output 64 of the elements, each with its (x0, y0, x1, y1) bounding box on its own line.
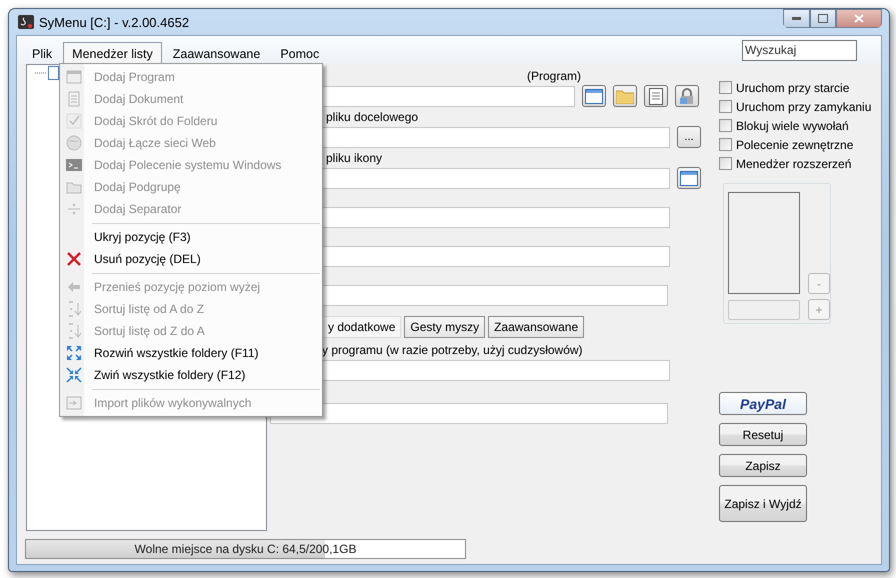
window-icon (585, 88, 603, 104)
checkmark-icon (66, 113, 82, 129)
menu-entry[interactable]: Usuń pozycję (DEL) (62, 248, 320, 270)
menu-entry[interactable]: Ukryj pozycję (F3) (62, 226, 320, 248)
field-label: pliku docelowego (326, 110, 420, 126)
checkbox-label: Polecenie zewnętrzne (736, 138, 854, 152)
checkbox-label: Uruchom przy starcie (736, 80, 850, 94)
globe-icon (66, 135, 82, 151)
import-icon (66, 395, 82, 411)
window-icon (66, 69, 82, 85)
collapse-icon (66, 367, 82, 383)
checkbox-label: Menedżer rozszerzeń (736, 156, 852, 170)
document-button[interactable] (644, 85, 668, 107)
folder-icon (616, 88, 634, 104)
checkbox[interactable] (719, 157, 732, 170)
checkbox[interactable] (719, 119, 732, 132)
checkbox-label: Blokuj wiele wywołań (736, 118, 849, 132)
expand-icon (66, 345, 82, 361)
minimize-icon (792, 16, 801, 20)
maximize-button[interactable] (810, 9, 836, 28)
sort-icon (66, 323, 82, 339)
minimize-button[interactable] (783, 9, 810, 28)
extension-field[interactable] (728, 300, 800, 320)
window-title: SyMenu [C:] - v.2.00.4652 (39, 14, 190, 30)
close-button[interactable] (836, 9, 882, 28)
window-button[interactable] (582, 85, 606, 107)
extensions-list[interactable] (728, 192, 800, 294)
document-icon (66, 91, 82, 107)
lock-button[interactable] (675, 85, 699, 107)
item-type-label: (Program) (526, 69, 581, 83)
text-field[interactable] (270, 403, 668, 424)
lock-icon (679, 88, 695, 104)
folder-button[interactable] (613, 85, 637, 107)
tab[interactable]: Gesty myszy (404, 316, 486, 338)
checkbox[interactable] (719, 81, 732, 94)
tab[interactable]: y dodatkowe (322, 316, 402, 338)
close-icon (854, 14, 864, 23)
window-icon (680, 170, 698, 186)
tab[interactable]: Zaawansowane (488, 316, 584, 338)
divide-icon (66, 201, 82, 217)
document-icon (649, 88, 663, 104)
window-button[interactable] (677, 167, 701, 189)
app-icon (18, 14, 34, 30)
sort-icon (66, 301, 82, 317)
field-label: pliku ikony (326, 151, 384, 167)
checkbox-label: Uruchom przy zamykaniu (736, 100, 872, 114)
maximize-icon (818, 14, 828, 23)
checkbox[interactable] (719, 100, 732, 113)
checkbox[interactable] (719, 138, 732, 151)
search-field[interactable]: Wyszukaj (742, 40, 857, 60)
console-icon (66, 157, 82, 173)
disk-space-text: Wolne miejsce na dysku C: 64,5/200,1GB (134, 541, 358, 558)
save-button[interactable]: Zapisz (719, 454, 807, 477)
menu-item[interactable]: Zaawansowane (164, 42, 270, 64)
save-exit-button[interactable]: Zapisz i Wyjdź (719, 485, 807, 522)
menu-item[interactable]: Plik (23, 42, 62, 64)
delete-icon (66, 251, 82, 267)
menu-item[interactable]: Pomoc (271, 42, 328, 64)
browse-button[interactable]: ... (677, 126, 701, 148)
menu-item[interactable]: Menedżer listy (63, 42, 162, 64)
menu-entry[interactable]: Zwiń wszystkie foldery (F12) (62, 364, 320, 386)
menu-entry[interactable]: Rozwiń wszystkie foldery (F11) (62, 342, 320, 364)
paypal-button[interactable]: PayPal (719, 392, 807, 415)
reset-button[interactable]: Resetuj (719, 423, 807, 446)
